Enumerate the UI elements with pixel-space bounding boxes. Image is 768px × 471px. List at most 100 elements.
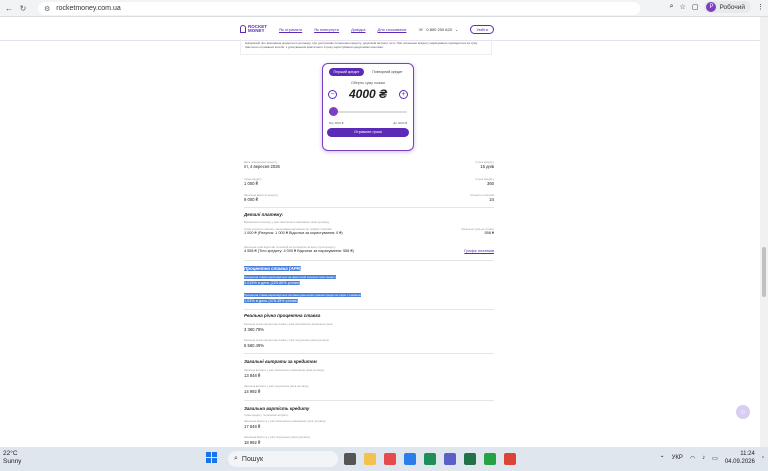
- real-rate-title: Реальна річна процентна ставка: [244, 313, 321, 318]
- taskbar-apps: [344, 453, 516, 465]
- back-icon[interactable]: ←: [2, 1, 16, 15]
- slider-handle[interactable]: [329, 107, 338, 116]
- excel-icon[interactable]: [464, 453, 476, 465]
- slider-track: [335, 111, 407, 113]
- info-text: інформації про виконання кредитного дого…: [240, 39, 492, 55]
- taskbar: 22°C Sunny ⌕ Пошук ⌃ УКР ◠ ♪ ▭ 11:24 04.…: [0, 447, 768, 471]
- total-cost-note-2: Загальна вартість у разі порушення умов …: [244, 435, 310, 439]
- browser-toolbar: ← ↻ ⚙ rocketmoney.com.ua ⌕ ☆ ▢ Р Робочий…: [0, 0, 768, 17]
- total-cost-value-1: 17 848 ₴: [244, 424, 261, 429]
- phone-number: 0 800 200 620: [426, 26, 452, 32]
- search-label: Пошук: [241, 455, 264, 463]
- system-tray: ⌃ УКР ◠ ♪ ▭ 11:24 04.09.2026 ▫: [660, 450, 764, 466]
- phone-icon: ☏: [418, 26, 424, 32]
- get-money-button[interactable]: Отримати гроші: [327, 128, 409, 137]
- login-button[interactable]: Увійти: [470, 24, 494, 34]
- chat-button[interactable]: ☺: [736, 405, 750, 419]
- nav-how-to-get[interactable]: Як отримати: [279, 27, 302, 32]
- divider: [244, 400, 494, 401]
- total: 9 000 ₴: [244, 197, 258, 202]
- divider: [244, 309, 494, 310]
- payment-schedule-link[interactable]: Графік платежів: [464, 248, 494, 253]
- site-header: ROCKET MONEY Як отримати Як повернути Дов…: [240, 19, 530, 39]
- first-right-value: 558 ₴: [484, 231, 494, 235]
- profile-button[interactable]: Р Робочий: [704, 1, 751, 13]
- wifi-icon[interactable]: ◠: [690, 455, 695, 462]
- bookmark-star-icon[interactable]: ☆: [680, 3, 686, 11]
- taskbar-search[interactable]: ⌕ Пошук: [228, 451, 338, 467]
- avatar: Р: [706, 2, 717, 12]
- phone[interactable]: ☏ 0 800 200 620 ⌄: [418, 27, 458, 32]
- total-cost-value-2: 18 992 ₴: [244, 440, 261, 445]
- tab-first-loan[interactable]: Перший кредит: [328, 68, 365, 76]
- costs-title: Загальні витрати за кредитом: [244, 359, 317, 364]
- costs-note-2: Загальні витрати у разі порушення умов д…: [244, 384, 309, 388]
- amount-label: Оберіть суму позики: [350, 81, 386, 85]
- menu-icon[interactable]: ⋮: [757, 3, 764, 11]
- max-amount: До 4000 ₴: [393, 121, 407, 125]
- start-button[interactable]: [206, 452, 218, 464]
- reload-icon[interactable]: ↻: [16, 1, 30, 15]
- amount-slider[interactable]: [329, 107, 407, 116]
- apr-note-2: Процентна ставка нараховується за кожен …: [244, 293, 361, 297]
- nav-help[interactable]: Довідка: [351, 27, 365, 32]
- scrollbar-thumb[interactable]: [762, 247, 766, 297]
- clock[interactable]: 11:24 04.09.2026: [725, 450, 755, 466]
- chevron-down-icon: ⌄: [454, 26, 459, 32]
- details-title: Деталі платежу:: [244, 212, 284, 217]
- temperature: 22°C: [3, 450, 18, 457]
- details-subtitle: Визначення платежу у разі своєчасного ви…: [244, 220, 330, 224]
- site-logo[interactable]: ROCKET MONEY: [240, 24, 267, 33]
- divider: [244, 260, 494, 261]
- apr-title: Процентна ставка (APR): [244, 266, 302, 271]
- edge-icon[interactable]: [404, 453, 416, 465]
- chevron-up-icon[interactable]: ⌃: [660, 455, 665, 462]
- divider: [244, 207, 494, 208]
- chrome-icon[interactable]: [504, 453, 516, 465]
- term: 15 днів: [480, 164, 494, 169]
- loan-amount: 1 000 ₴: [244, 181, 258, 186]
- real-rate-value-1: 3 360.79%: [244, 327, 265, 332]
- total-cost-subtitle: Сума кредиту та загальні витрати: [244, 413, 288, 417]
- task-view-icon[interactable]: [344, 453, 356, 465]
- app-icon[interactable]: [484, 453, 496, 465]
- tab-repeat-loan[interactable]: Повторний кредит: [367, 68, 407, 76]
- extensions-icon[interactable]: ▢: [692, 3, 699, 11]
- nav-consumers[interactable]: Для споживачів: [377, 27, 406, 32]
- search-icon: ⌕: [234, 455, 238, 462]
- notifications-icon[interactable]: ▫: [762, 455, 764, 461]
- weather-text: Sunny: [3, 458, 22, 465]
- file-explorer-icon[interactable]: [364, 453, 376, 465]
- profile-name: Робочий: [719, 3, 745, 11]
- loan-calculator: Перший кредит Повторний кредит Оберіть с…: [322, 63, 414, 151]
- site-info-icon[interactable]: ⚙: [44, 5, 50, 13]
- rocket-icon: [240, 25, 246, 33]
- nav-how-to-repay[interactable]: Як повернути: [314, 27, 339, 32]
- app-icon[interactable]: [424, 453, 436, 465]
- weather-widget[interactable]: 22°C Sunny: [3, 450, 21, 466]
- teams-icon[interactable]: [444, 453, 456, 465]
- zoom-icon[interactable]: ⌕: [670, 3, 674, 11]
- scrollbar[interactable]: [760, 17, 768, 447]
- battery-icon[interactable]: ▭: [712, 455, 718, 462]
- date: 04.09.2026: [724, 459, 755, 465]
- total-cost-title: Загальна вартість кредиту: [244, 406, 310, 411]
- first-payment: 1 000 ₴ (Рахунок: 1 000 ₴ Відсотки за ко…: [244, 231, 343, 235]
- costs-note-1: Загальні витрати у разі своєчасного вико…: [244, 368, 325, 372]
- real-rate-note-1: Реальна річна процентна ставка у разі св…: [244, 322, 333, 326]
- costs-value-1: 13 848 ₴: [244, 373, 261, 378]
- real-rate-note-2: Реальна річна процентна ставка у разі по…: [244, 338, 329, 342]
- last-payment: 4 558 ₴ (Тіло кредиту: 4 000 ₴ Відсотки …: [244, 249, 354, 253]
- address-bar[interactable]: ⚙ rocketmoney.com.ua: [38, 2, 640, 15]
- volume-icon[interactable]: ♪: [702, 455, 705, 461]
- return-date: пт, 4 вересня 2026: [244, 164, 280, 169]
- period: 360: [487, 181, 494, 186]
- minus-button[interactable]: −: [328, 89, 337, 99]
- logo-text-2: MONEY: [248, 28, 265, 33]
- language[interactable]: УКР: [672, 455, 683, 461]
- app-icon[interactable]: [384, 453, 396, 465]
- amount-value: 4000 ₴: [348, 87, 388, 101]
- costs-value-2: 14 992 ₴: [244, 389, 261, 394]
- min-amount: Від 3000 ₴: [329, 121, 344, 125]
- plus-button[interactable]: +: [398, 89, 408, 99]
